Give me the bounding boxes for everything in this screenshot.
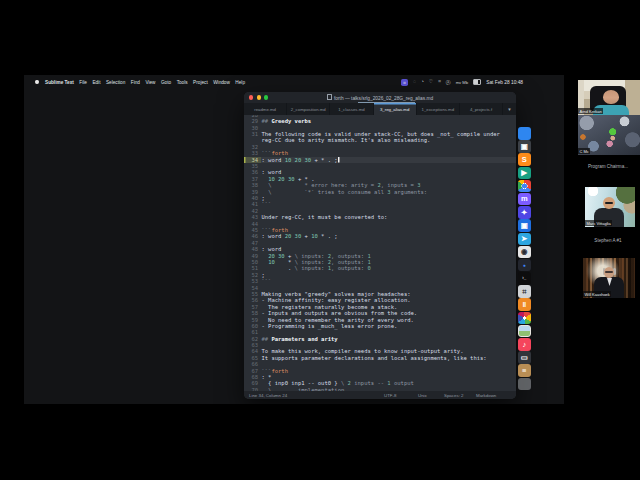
macos-dock: ▣S▶m✦▣➤◉●›_⌗‖♪▭≡	[518, 127, 531, 390]
menu-edit[interactable]: Edit	[92, 80, 100, 85]
line-text: ```	[261, 278, 271, 284]
participant-video-v4[interactable]: Will Kaashoek	[583, 258, 635, 298]
dock-icon-screenshot-app[interactable]: ▣	[518, 140, 531, 153]
scene-v1-head	[603, 90, 619, 104]
line-text: . \ inputs: 1, outputs: 0	[261, 266, 371, 272]
sublime-text-window: forth — talks/srlg_2026_02_28G_reg_alias…	[244, 92, 516, 399]
menu-find[interactable]: Find	[131, 80, 140, 85]
tab-3_reg_alias.md[interactable]: 3_reg_alias.md	[374, 103, 417, 115]
battery-icon[interactable]	[473, 79, 481, 85]
scene-v4-head	[604, 267, 614, 278]
dock-icon-preview[interactable]	[518, 325, 531, 338]
macos-menubar: Sublime Text File Edit Selection Find View Go…	[35, 77, 523, 87]
menu-view[interactable]: View	[145, 80, 155, 85]
status-bar: Line 34, Column 24 UTF-8 Unix Spaces: 2 …	[244, 391, 516, 399]
menu-project[interactable]: Project	[193, 80, 208, 85]
line-text: : word 10 20 30 + * . ;	[261, 157, 340, 163]
menubar-app-name[interactable]: Sublime Text	[45, 80, 74, 85]
dock-icon-teal-arrow-app[interactable]: ▶	[518, 167, 531, 180]
dock-icon-dark-gray-app[interactable]: ▭	[518, 351, 531, 364]
participant-name-label: Will Kaashoek	[583, 291, 611, 297]
dock-icon-indigo-app[interactable]: ✦	[518, 206, 531, 219]
dock-icon-purple-m-app[interactable]: m	[518, 193, 531, 206]
dock-icon-white-circle-app[interactable]: ◉	[518, 246, 531, 259]
menubar-clock[interactable]: Sat Feb 28 10:48	[486, 80, 523, 85]
tab-2_composition.md[interactable]: 2_composition.md	[287, 103, 330, 115]
line-text: ## Greedy verbs	[261, 118, 311, 124]
window-title: forth — talks/srlg_2026_02_28G_reg_alias…	[274, 94, 486, 101]
display-icon[interactable]: ◔	[421, 79, 424, 85]
window-titlebar[interactable]: forth — talks/srlg_2026_02_28G_reg_alias…	[244, 92, 516, 103]
dock-icon-blue-box-app[interactable]: ▣	[518, 219, 531, 232]
tab-4_projects.f[interactable]: 4_projects.f	[460, 103, 503, 115]
heart-icon[interactable]: ♡	[429, 79, 433, 85]
participant-name-label: Arnd Kerkan	[578, 108, 603, 114]
dock-icon-downloads-folder[interactable]: ≡	[518, 364, 531, 377]
tab-1_classes.md[interactable]: 1_classes.md	[330, 103, 373, 115]
tab-bar: readme.md2_composition.md1_classes.md3_r…	[244, 103, 516, 115]
dock-icon-keyboard-app[interactable]: ⌗	[518, 285, 531, 298]
participant-video-v2[interactable]: C Mc	[578, 115, 640, 155]
minimize-button[interactable]	[257, 95, 261, 99]
tab-1_exceptions.md[interactable]: 1_exceptions.md	[417, 103, 460, 115]
grid-icon[interactable]: ⌗	[438, 79, 441, 85]
dock-icon-terminal[interactable]: ›_	[518, 272, 531, 285]
menu-tools[interactable]: Tools	[177, 80, 188, 85]
participant-name-label: Marc Vittaglia	[585, 220, 612, 226]
dock-icon-orange-pause-app[interactable]: ‖	[518, 298, 531, 311]
participant-name-text: Program Chairma...	[563, 164, 640, 169]
input-source-icon[interactable]: ⌗	[401, 79, 408, 86]
dock-icon-chrome[interactable]	[518, 180, 531, 193]
dock-icon-dark-dot-app[interactable]: ●	[518, 259, 531, 272]
dock-icon-color-wheel-app[interactable]	[518, 312, 531, 325]
line-ending-indicator[interactable]: Unix	[418, 393, 427, 398]
line-text: Under reg-CC, it must be converted to:	[261, 214, 387, 220]
menu-window[interactable]: Window	[213, 80, 230, 85]
participant-name-text: Stephen A #1	[563, 238, 640, 243]
dock-icon-finder[interactable]	[518, 127, 531, 140]
scene-v4-glasses	[605, 271, 613, 273]
line-text: ```	[261, 202, 271, 208]
participant-video-v3[interactable]: Marc Vittaglia	[585, 187, 635, 227]
line-text: \ `*` tries to consume all 3 arguments:	[261, 189, 427, 195]
line-text: : word 20 30 + 10 * . ;	[261, 234, 338, 240]
network-meter[interactable]: mv Mb	[456, 80, 469, 85]
participant-name-label: C Mc	[578, 148, 590, 154]
menu-goto[interactable]: Goto	[161, 80, 171, 85]
document-icon	[327, 94, 332, 100]
close-button[interactable]	[249, 95, 253, 99]
line-text: - Programming is _much_ less error prone…	[261, 323, 397, 329]
menu-help[interactable]: Help	[235, 80, 245, 85]
participant-video-v1[interactable]: Arnd Kerkan	[578, 80, 640, 115]
circle-icon[interactable]: ◌	[413, 79, 416, 85]
line-text: It supports parameter declarations and l…	[261, 355, 487, 361]
syntax-indicator[interactable]: Markdown	[476, 393, 496, 398]
character-viewer-icon[interactable]: Ⓐ	[446, 79, 451, 85]
cursor-position[interactable]: Line 34, Column 24	[249, 393, 287, 398]
tab-readme.md[interactable]: readme.md	[244, 103, 287, 115]
dock-icon-sublime-text[interactable]: S	[518, 153, 531, 166]
maximize-button[interactable]	[264, 95, 268, 99]
editor-pane[interactable]: 2829## Greedy verbs3031The following cod…	[244, 115, 516, 391]
dock-icon-telegram[interactable]: ➤	[518, 233, 531, 246]
menu-file[interactable]: File	[79, 80, 87, 85]
editor-line-65[interactable]: 65It supports parameter declarations and…	[244, 355, 516, 361]
apple-menu-icon[interactable]	[35, 80, 39, 85]
indentation-indicator[interactable]: Spaces: 2	[444, 393, 464, 398]
line-text: ## Parameters and arity	[261, 336, 338, 342]
line-text: reg-CC due to arity mismatch. It's also …	[261, 138, 430, 144]
text-caret	[338, 157, 340, 163]
encoding-indicator[interactable]: UTF-8	[384, 393, 396, 398]
menu-selection[interactable]: Selection	[106, 80, 125, 85]
tab-overflow-button[interactable]: ▼	[503, 103, 516, 115]
dock-icon-music[interactable]: ♪	[518, 338, 531, 351]
scene-v3-glasses	[605, 202, 613, 204]
dock-icon-trash[interactable]	[518, 378, 531, 391]
